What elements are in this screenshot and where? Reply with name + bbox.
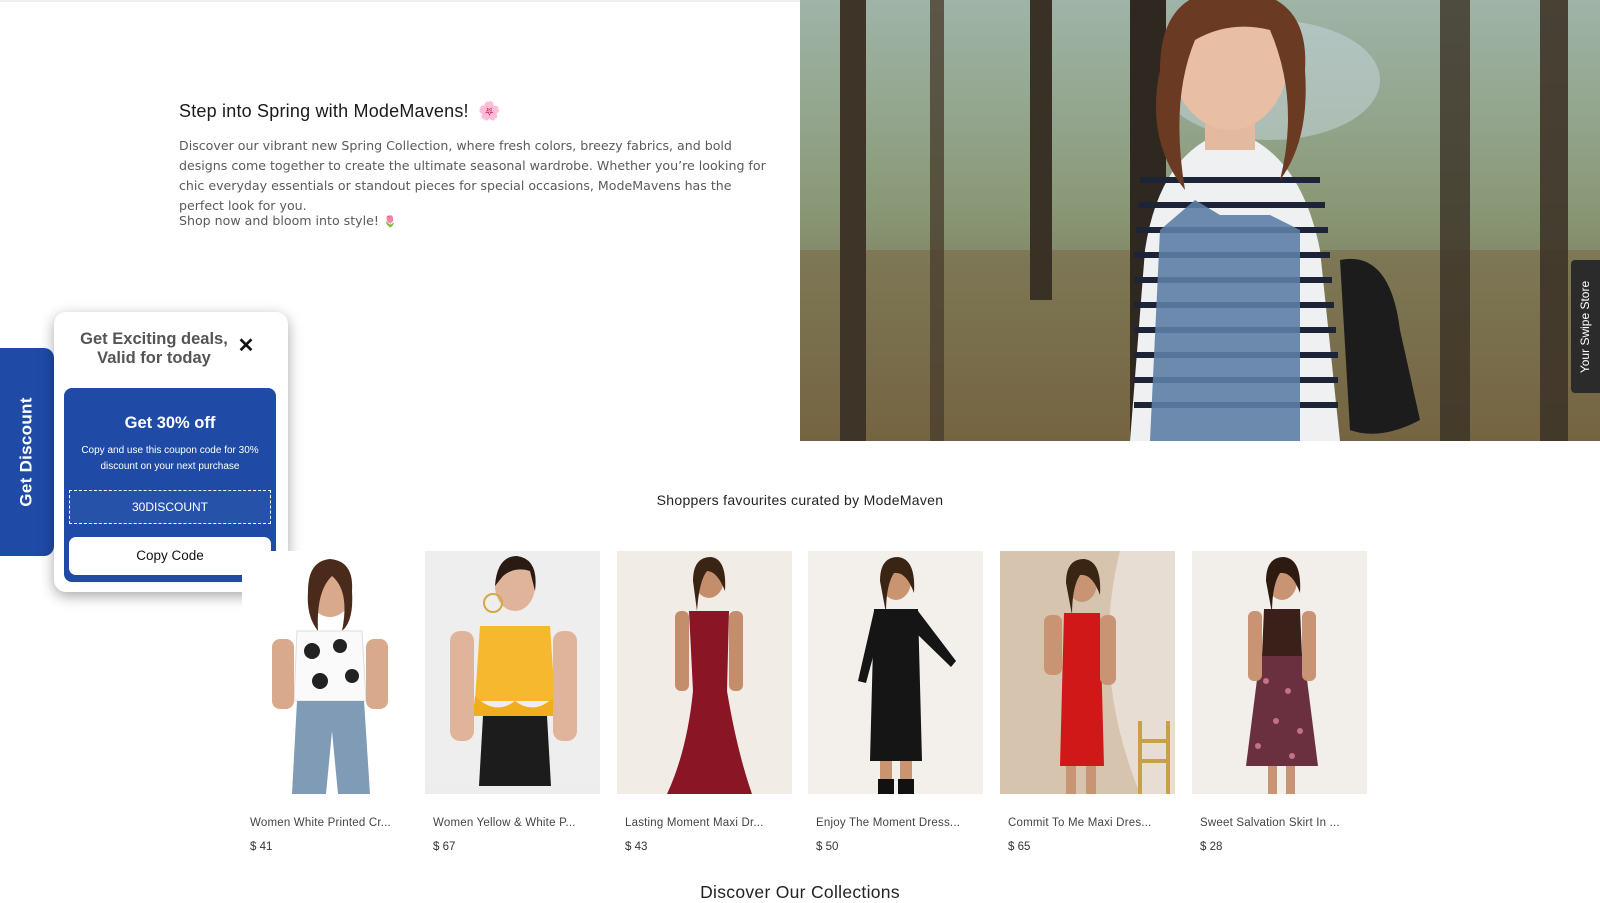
product-card[interactable]: Sweet Salvation Skirt In ... $ 28 [1192,551,1367,853]
collections-title: Discover Our Collections [700,882,900,902]
product-card[interactable]: Women White Printed Cr... $ 41 [242,551,417,853]
product-price: $ 65 [1008,841,1031,853]
get-discount-label: Get Discount [17,397,37,507]
product-image[interactable] [425,551,600,794]
popup-heading: Get Exciting deals, Valid for today [54,330,254,368]
product-card[interactable]: Women Yellow & White P... $ 67 [425,551,600,853]
product-price: $ 43 [625,841,648,853]
product-name[interactable]: Commit To Me Maxi Dres... [1000,817,1175,829]
swipe-store-tab[interactable]: Your Swipe Store [1571,260,1600,393]
product-name[interactable]: Sweet Salvation Skirt In ... [1192,817,1367,829]
hero-title-text: Step into Spring with ModeMavens! [179,101,469,121]
hero-title: Step into Spring with ModeMavens! 🌸 [179,101,501,122]
product-card[interactable]: Commit To Me Maxi Dres... $ 65 [1000,551,1175,853]
product-image[interactable] [808,551,983,794]
favourites-title: Shoppers favourites curated by ModeMaven [656,492,944,508]
offer-title: Get 30% off [124,414,216,432]
get-discount-tab[interactable]: Get Discount [0,348,54,556]
product-card[interactable]: Lasting Moment Maxi Dr... $ 43 [617,551,792,853]
product-price: $ 50 [816,841,839,853]
discount-popup: Get Exciting deals, Valid for today ✕ Ge… [54,312,288,592]
product-name[interactable]: Enjoy The Moment Dress... [808,817,983,829]
hero-description: Discover our vibrant new Spring Collecti… [179,138,766,213]
product-price: $ 28 [1200,841,1223,853]
hero-cta: Shop now and bloom into style! 🌷 [179,213,397,228]
product-image[interactable] [1000,551,1175,794]
product-price: $ 67 [433,841,456,853]
hero-banner-image [800,0,1600,441]
product-name[interactable]: Lasting Moment Maxi Dr... [617,817,792,829]
product-image[interactable] [242,551,417,794]
popup-heading-line1: Get Exciting deals, [80,330,228,348]
flower-emoji-icon: 🌸 [477,101,501,121]
swipe-store-label: Your Swipe Store [1578,280,1593,373]
product-name[interactable]: Women Yellow & White P... [425,817,600,829]
product-name[interactable]: Women White Printed Cr... [242,817,417,829]
product-price: $ 41 [250,841,273,853]
copy-code-button[interactable]: Copy Code [69,537,271,575]
product-image[interactable] [617,551,792,794]
product-image[interactable] [1192,551,1367,794]
close-icon[interactable]: ✕ [234,334,258,358]
product-card[interactable]: Enjoy The Moment Dress... $ 50 [808,551,983,853]
tulip-emoji-icon: 🌷 [382,215,397,228]
hero-cta-text: Shop now and bloom into style! [179,213,379,228]
popup-heading-line2: Valid for today [97,349,211,367]
offer-description: Copy and use this coupon code for 30% di… [81,445,259,472]
